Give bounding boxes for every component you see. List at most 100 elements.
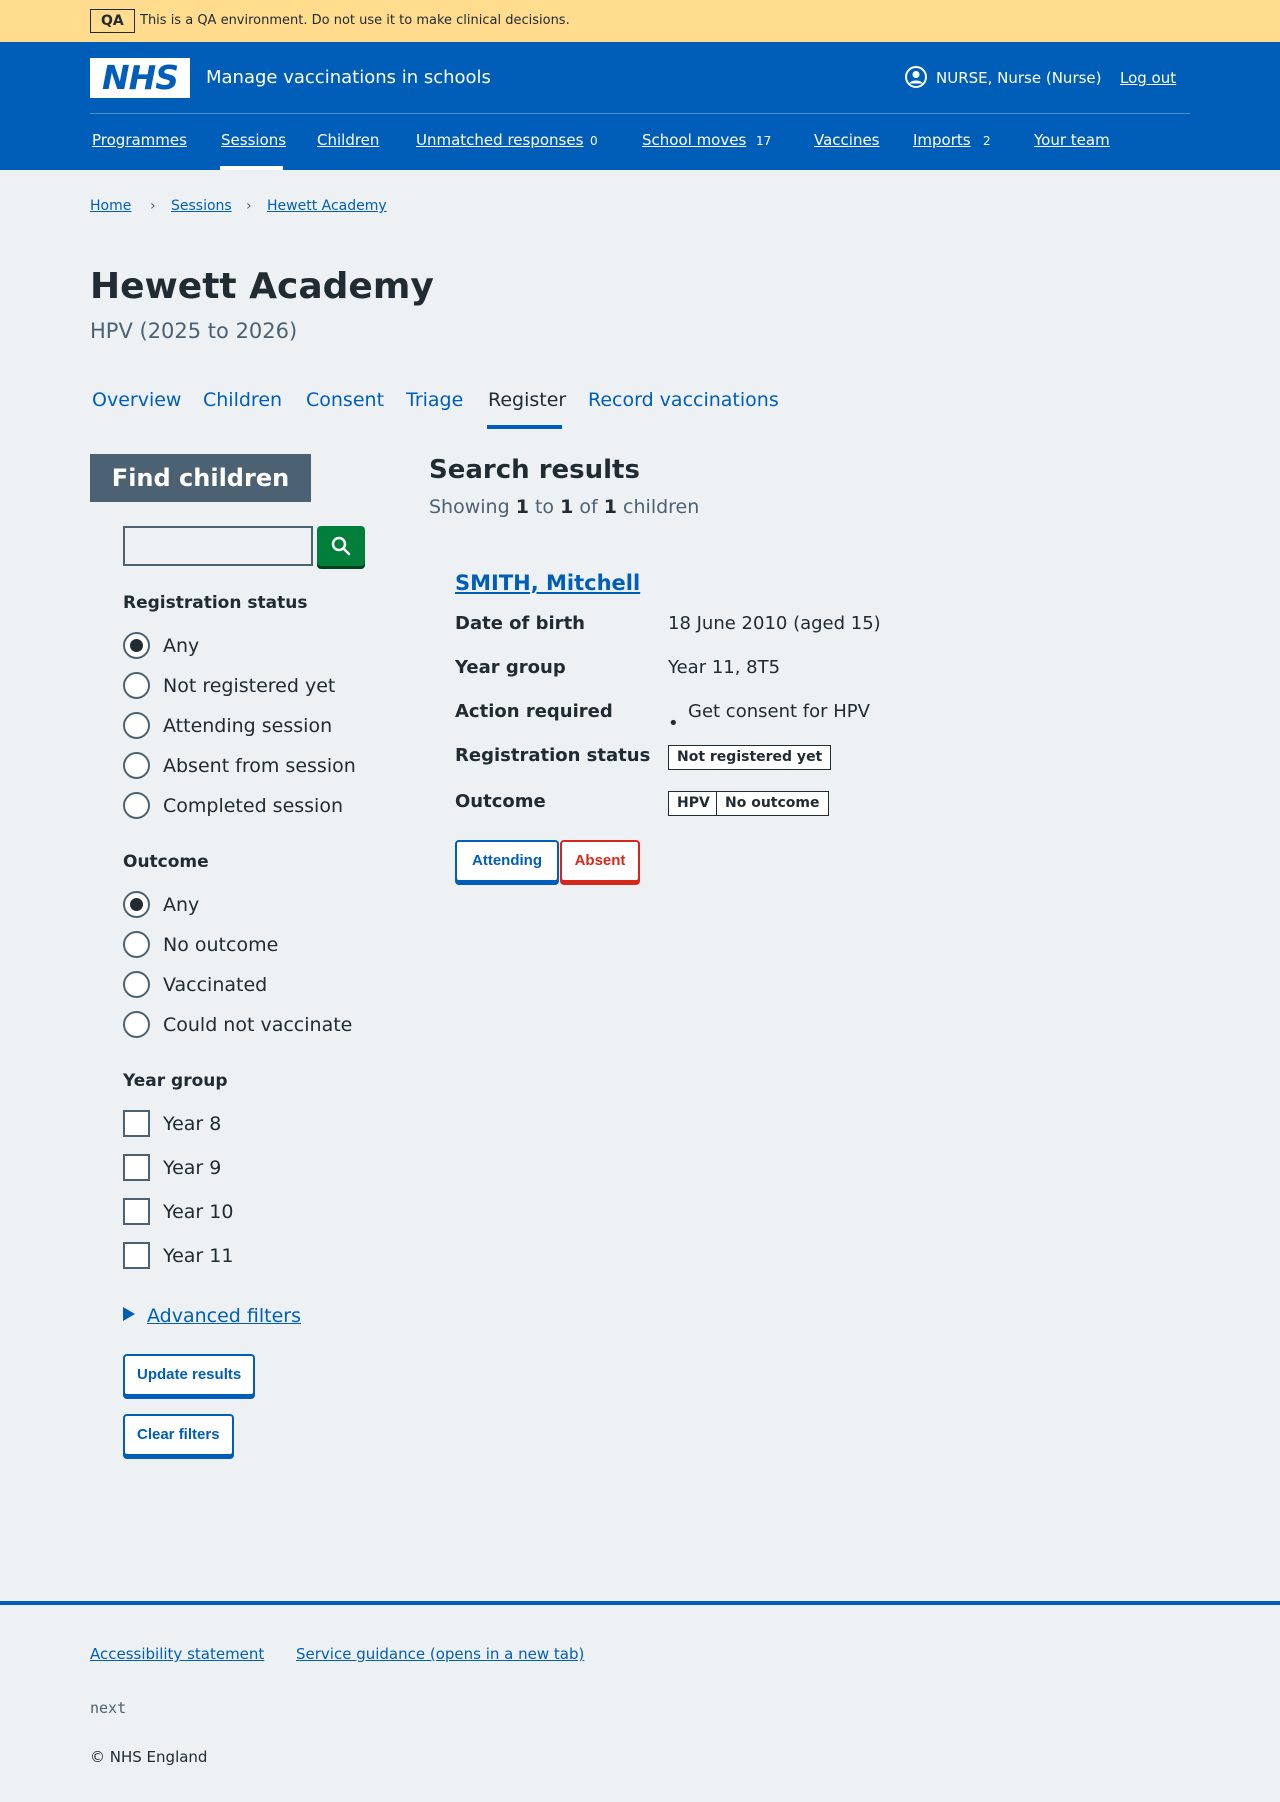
results-count: Showing 1 to 1 of 1 children bbox=[429, 495, 699, 519]
tab-triage[interactable]: Triage bbox=[406, 388, 463, 412]
tab-record-vaccinations[interactable]: Record vaccinations bbox=[588, 388, 779, 412]
year-9-label[interactable]: Year 9 bbox=[163, 1156, 221, 1180]
year-group-key: Year group bbox=[455, 657, 566, 678]
year-8-label[interactable]: Year 8 bbox=[163, 1112, 221, 1136]
page-caption: HPV (2025 to 2026) bbox=[90, 319, 298, 343]
year-10-checkbox[interactable] bbox=[123, 1198, 150, 1225]
imports-count: 2 bbox=[983, 134, 991, 148]
registration-any-label[interactable]: Any bbox=[163, 634, 199, 658]
user-name: NURSE, Nurse (Nurse) bbox=[936, 69, 1102, 87]
bullet-icon: • bbox=[668, 713, 679, 734]
action-required-value: Get consent for HPV bbox=[688, 701, 870, 722]
registration-attending-label[interactable]: Attending session bbox=[163, 714, 332, 738]
results-of-text: of bbox=[579, 496, 598, 518]
nav-active-indicator bbox=[220, 166, 283, 170]
registration-absent-radio[interactable] bbox=[123, 752, 150, 779]
year-8-checkbox[interactable] bbox=[123, 1110, 150, 1137]
nav-imports[interactable]: Imports bbox=[913, 130, 971, 150]
outcome-vaccinated-radio[interactable] bbox=[123, 971, 150, 998]
site-header: NHS Manage vaccinations in schools NURSE… bbox=[0, 42, 1280, 170]
tab-overview[interactable]: Overview bbox=[92, 388, 181, 412]
tab-register[interactable]: Register bbox=[488, 388, 566, 412]
results-total: 1 bbox=[603, 496, 617, 518]
nhs-logo[interactable]: NHS bbox=[90, 58, 190, 98]
outcome-any-radio[interactable] bbox=[123, 891, 150, 918]
chevron-right-icon: › bbox=[150, 198, 156, 214]
attending-button[interactable]: Attending bbox=[455, 840, 559, 882]
qa-warning-text: This is a QA environment. Do not use it … bbox=[140, 13, 570, 28]
registration-status-tag: Not registered yet bbox=[668, 745, 832, 770]
year-9-checkbox[interactable] bbox=[123, 1154, 150, 1181]
nav-your-team[interactable]: Your team bbox=[1034, 130, 1110, 150]
qa-banner: QA This is a QA environment. Do not use … bbox=[0, 0, 1280, 42]
service-guidance-link[interactable]: Service guidance (opens in a new tab) bbox=[296, 1644, 584, 1664]
child-name-link[interactable]: SMITH, Mitchell bbox=[455, 570, 640, 596]
unmatched-responses-count: 0 bbox=[590, 134, 598, 148]
dob-key: Date of birth bbox=[455, 613, 585, 634]
outcome-legend: Outcome bbox=[123, 852, 209, 872]
action-required-key: Action required bbox=[455, 701, 613, 722]
nav-vaccines[interactable]: Vaccines bbox=[814, 130, 880, 150]
outcome-could-not-vaccinate-label[interactable]: Could not vaccinate bbox=[163, 1013, 352, 1037]
nav-children[interactable]: Children bbox=[317, 130, 379, 150]
results-to-text: to bbox=[534, 496, 555, 518]
tab-children[interactable]: Children bbox=[203, 388, 282, 412]
year-group-legend: Year group bbox=[123, 1071, 228, 1091]
version-text: next bbox=[90, 1699, 127, 1717]
breadcrumb-hewett-academy[interactable]: Hewett Academy bbox=[267, 197, 387, 215]
find-children-heading: Find children bbox=[90, 454, 311, 502]
outcome-tag: No outcome bbox=[716, 791, 829, 816]
qa-tag: QA bbox=[90, 9, 135, 33]
outcome-could-not-vaccinate-radio[interactable] bbox=[123, 1011, 150, 1038]
logout-link[interactable]: Log out bbox=[1120, 68, 1176, 88]
registration-any-radio[interactable] bbox=[123, 632, 150, 659]
search-icon bbox=[331, 536, 351, 556]
nav-programmes[interactable]: Programmes bbox=[92, 130, 187, 150]
page-title: Hewett Academy bbox=[90, 266, 434, 307]
nav-sessions[interactable]: Sessions bbox=[221, 130, 286, 150]
year-group-value: Year 11, 8T5 bbox=[668, 657, 781, 678]
dob-value: 18 June 2010 (aged 15) bbox=[668, 613, 881, 634]
update-results-button[interactable]: Update results bbox=[123, 1354, 256, 1396]
results-showing-text: Showing bbox=[429, 496, 510, 518]
registration-not-registered-radio[interactable] bbox=[123, 672, 150, 699]
search-input[interactable] bbox=[123, 526, 313, 566]
outcome-key: Outcome bbox=[455, 791, 546, 812]
outcome-no-outcome-label[interactable]: No outcome bbox=[163, 933, 278, 957]
header-divider bbox=[90, 113, 1190, 114]
outcome-any-label[interactable]: Any bbox=[163, 893, 199, 917]
nav-school-moves[interactable]: School moves bbox=[642, 130, 746, 150]
accessibility-statement-link[interactable]: Accessibility statement bbox=[90, 1644, 264, 1664]
outcome-no-outcome-radio[interactable] bbox=[123, 931, 150, 958]
year-11-checkbox[interactable] bbox=[123, 1242, 150, 1269]
registration-status-legend: Registration status bbox=[123, 593, 308, 613]
registration-completed-radio[interactable] bbox=[123, 792, 150, 819]
expand-triangle-icon[interactable] bbox=[123, 1307, 135, 1321]
tab-consent[interactable]: Consent bbox=[306, 388, 384, 412]
registration-not-registered-label[interactable]: Not registered yet bbox=[163, 674, 335, 698]
results-to: 1 bbox=[560, 496, 574, 518]
footer-divider bbox=[0, 1601, 1280, 1605]
absent-button[interactable]: Absent bbox=[560, 840, 640, 882]
programme-tag: HPV bbox=[668, 791, 719, 816]
year-11-label[interactable]: Year 11 bbox=[163, 1244, 233, 1268]
advanced-filters-toggle[interactable]: Advanced filters bbox=[147, 1304, 301, 1328]
year-10-label[interactable]: Year 10 bbox=[163, 1200, 233, 1224]
breadcrumb-home[interactable]: Home bbox=[90, 197, 131, 215]
clear-filters-button[interactable]: Clear filters bbox=[123, 1414, 234, 1456]
outcome-vaccinated-label[interactable]: Vaccinated bbox=[163, 973, 267, 997]
search-button[interactable] bbox=[317, 526, 365, 566]
breadcrumb-sessions[interactable]: Sessions bbox=[171, 197, 232, 215]
results-from: 1 bbox=[515, 496, 529, 518]
registration-absent-label[interactable]: Absent from session bbox=[163, 754, 356, 778]
registration-completed-label[interactable]: Completed session bbox=[163, 794, 343, 818]
service-name[interactable]: Manage vaccinations in schools bbox=[206, 66, 491, 90]
registration-attending-radio[interactable] bbox=[123, 712, 150, 739]
search-results-heading: Search results bbox=[429, 455, 640, 485]
registration-status-key: Registration status bbox=[455, 745, 651, 766]
user-icon bbox=[905, 66, 927, 88]
nav-unmatched-responses[interactable]: Unmatched responses bbox=[416, 130, 583, 150]
tab-active-indicator bbox=[487, 425, 562, 429]
school-moves-count: 17 bbox=[756, 134, 772, 148]
copyright-text: © NHS England bbox=[90, 1748, 208, 1766]
